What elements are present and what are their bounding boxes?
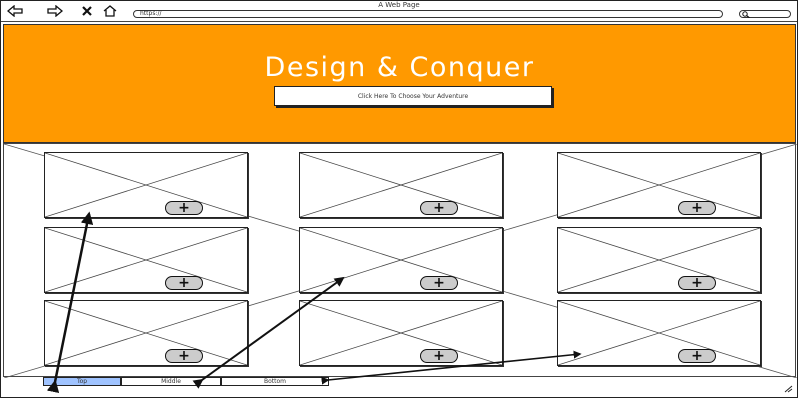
tab-bottom[interactable]: Bottom <box>221 377 329 386</box>
image-placeholder-icon <box>300 301 502 365</box>
image-placeholder-tile: + <box>299 300 503 366</box>
add-button[interactable]: + <box>420 201 458 215</box>
image-placeholder-tile: + <box>299 227 503 293</box>
image-placeholder-icon <box>45 301 247 365</box>
image-placeholder-tile: + <box>557 300 761 366</box>
image-placeholder-icon <box>300 153 502 217</box>
window-title: A Web Page <box>378 1 420 9</box>
image-placeholder-icon <box>45 153 247 217</box>
forward-arrow-icon[interactable] <box>47 4 63 18</box>
image-placeholder-icon <box>45 228 247 292</box>
image-placeholder-tile: + <box>557 152 761 218</box>
image-placeholder-tile: + <box>44 227 248 293</box>
tab-top[interactable]: Top <box>43 377 121 386</box>
image-placeholder-tile: + <box>44 300 248 366</box>
add-button[interactable]: + <box>420 349 458 363</box>
browser-window: A Web Page https:// Design & Conquer Cli… <box>0 0 798 398</box>
add-button[interactable]: + <box>165 276 203 290</box>
hero-title: Design & Conquer <box>264 52 535 83</box>
tab-middle[interactable]: Middle <box>121 377 221 386</box>
image-placeholder-icon <box>300 228 502 292</box>
hero-banner: Design & Conquer Click Here To Choose Yo… <box>3 24 796 143</box>
back-arrow-icon[interactable] <box>7 4 23 18</box>
image-grid: + + + + + + + + + <box>3 143 797 378</box>
url-bar[interactable]: https:// <box>133 10 723 18</box>
image-placeholder-tile: + <box>299 152 503 218</box>
browser-toolbar: A Web Page https:// <box>1 1 797 22</box>
section-tabs: Top Middle Bottom <box>43 377 329 386</box>
image-placeholder-tile: + <box>557 227 761 293</box>
add-button[interactable]: + <box>678 276 716 290</box>
image-placeholder-icon <box>558 228 760 292</box>
add-button[interactable]: + <box>678 349 716 363</box>
search-icon <box>742 11 750 20</box>
add-button[interactable]: + <box>165 349 203 363</box>
add-button[interactable]: + <box>678 201 716 215</box>
choose-adventure-button[interactable]: Click Here To Choose Your Adventure <box>274 86 552 106</box>
image-placeholder-icon <box>558 153 760 217</box>
add-button[interactable]: + <box>420 276 458 290</box>
home-icon[interactable] <box>103 4 117 18</box>
image-placeholder-tile: + <box>44 152 248 218</box>
image-placeholder-icon <box>558 301 760 365</box>
add-button[interactable]: + <box>165 201 203 215</box>
close-icon[interactable] <box>81 4 93 18</box>
resize-handle-icon[interactable] <box>783 385 793 395</box>
search-input[interactable] <box>739 10 791 20</box>
